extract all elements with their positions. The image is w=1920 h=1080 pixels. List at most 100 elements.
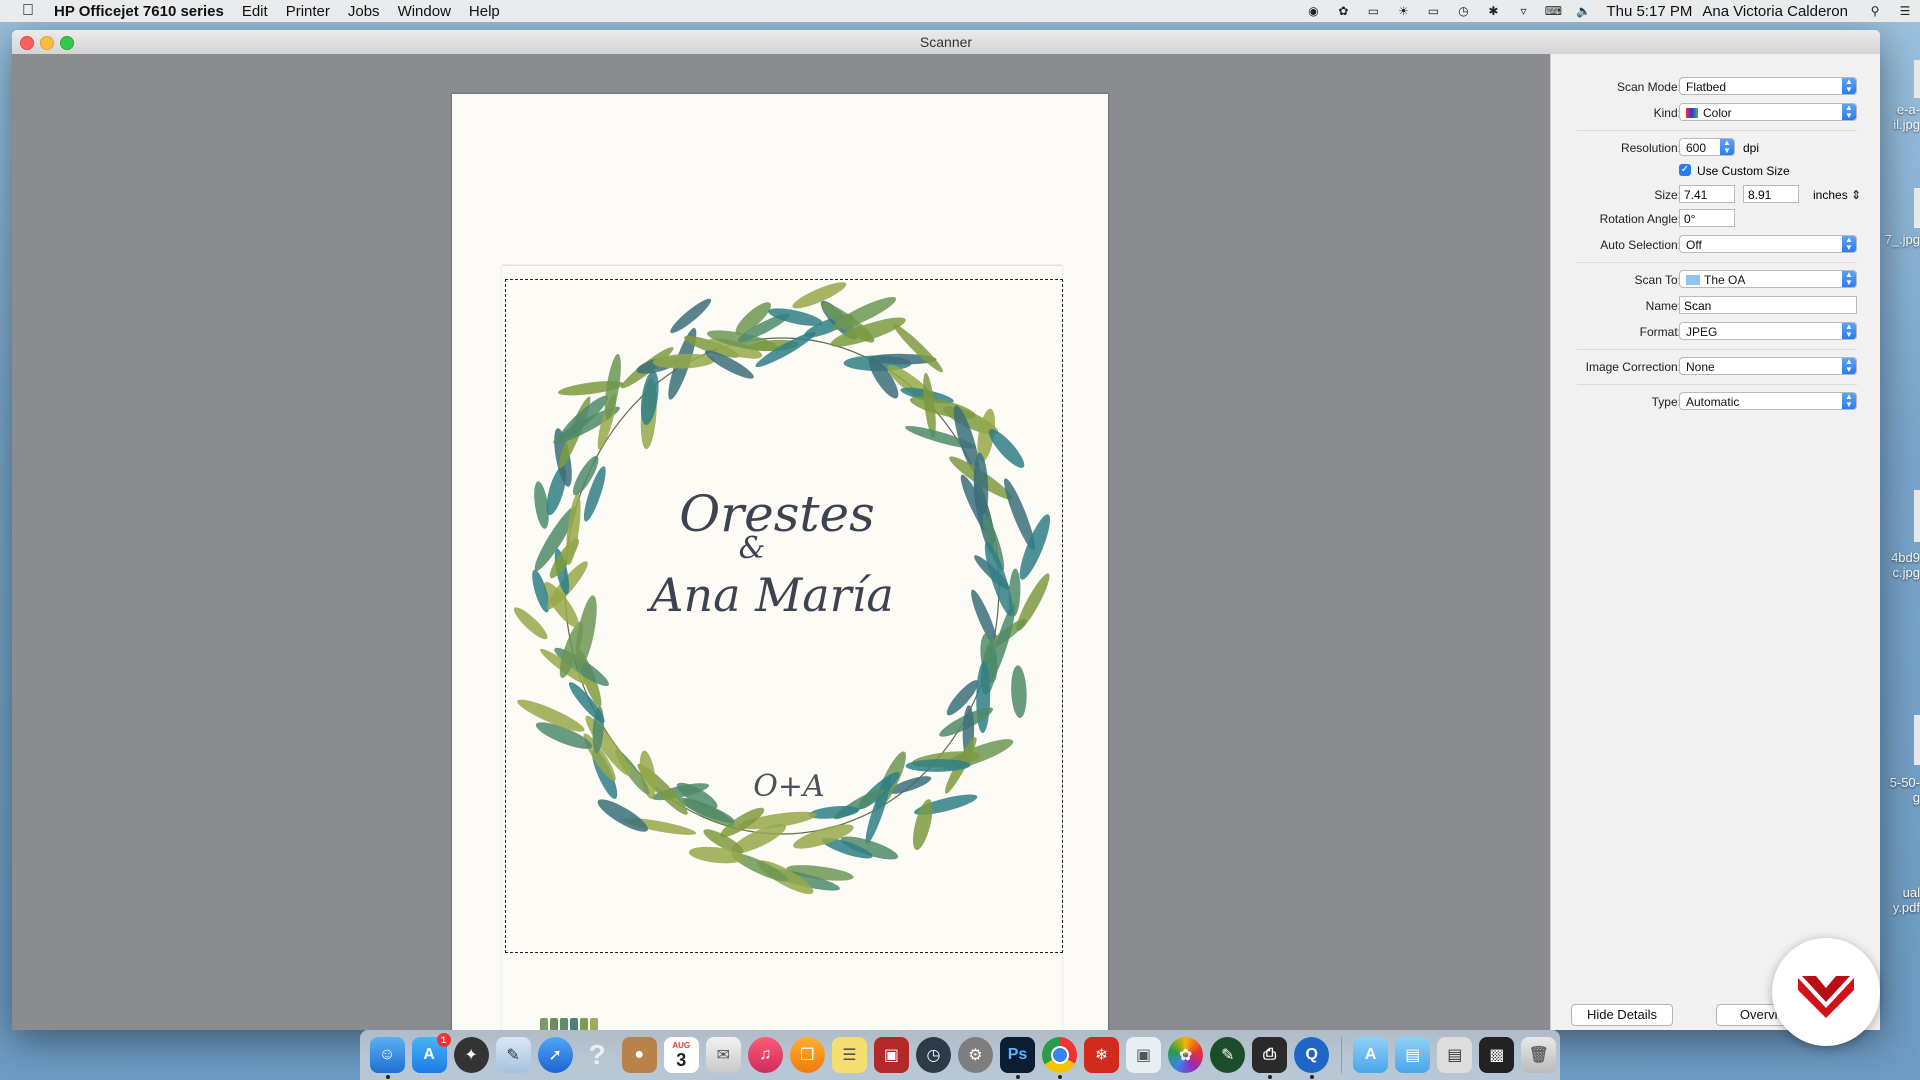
- resolution-label: Resolution:: [1620, 141, 1681, 155]
- popup-arrows-icon: ▲ ▼: [1842, 104, 1856, 120]
- size-height-field[interactable]: 8.91: [1743, 185, 1799, 203]
- scan-to-popup[interactable]: The OA ▲ ▼: [1679, 270, 1857, 288]
- kind-popup[interactable]: Color ▲ ▼: [1679, 103, 1857, 121]
- name-field[interactable]: Scan: [1679, 296, 1857, 314]
- type-label: Type:: [1651, 395, 1681, 409]
- apple-menu-icon[interactable]: : [14, 2, 42, 20]
- title-bar: Scanner: [12, 30, 1880, 55]
- launchpad-icon[interactable]: ✦: [453, 1037, 489, 1073]
- brand-logo: [1772, 938, 1880, 1046]
- desktop-file-thumbnail[interactable]: [1914, 490, 1920, 542]
- menu-printer[interactable]: Printer: [277, 3, 339, 20]
- printer-icon[interactable]: ⎙: [1252, 1037, 1288, 1079]
- desktop-file-thumbnail[interactable]: [1914, 60, 1920, 98]
- hide-details-button[interactable]: Hide Details: [1571, 1004, 1673, 1026]
- volume-icon[interactable]: 🔈: [1574, 4, 1592, 18]
- notes-icon[interactable]: ☰: [831, 1037, 867, 1073]
- calendar-day: 3: [676, 1050, 687, 1070]
- auto-selection-label: Auto Selection:: [1600, 238, 1681, 252]
- desktop-file-thumbnail[interactable]: [1914, 188, 1920, 228]
- spotlight-search-icon[interactable]: ⚲: [1866, 4, 1884, 18]
- kind-label: Kind:: [1653, 106, 1681, 120]
- menu-window[interactable]: Window: [389, 3, 460, 20]
- document-stack-icon[interactable]: ▤: [1437, 1037, 1473, 1073]
- trash-icon[interactable]: 🗑: [1521, 1037, 1557, 1073]
- resolution-unit: dpi: [1743, 141, 1760, 155]
- system-preferences-icon[interactable]: ⚙: [957, 1037, 993, 1073]
- scan-preview-area[interactable]: Orestes & Ana María O+A: [12, 54, 1550, 1030]
- format-popup[interactable]: JPEG ▲ ▼: [1679, 322, 1857, 340]
- app-menu[interactable]: HP Officejet 7610 series: [42, 3, 233, 20]
- popup-arrows-icon: ▲ ▼: [1720, 139, 1734, 155]
- auto-selection-popup[interactable]: Off ▲ ▼: [1679, 235, 1857, 253]
- acrobat-icon[interactable]: ❄: [1084, 1037, 1120, 1073]
- menu-clock[interactable]: Thu 5:17 PM: [1606, 3, 1692, 20]
- help-icon[interactable]: ?: [580, 1037, 615, 1073]
- image-correction-label: Image Correction:: [1585, 360, 1681, 374]
- menu-edit[interactable]: Edit: [233, 3, 277, 20]
- app-store-icon[interactable]: A1: [411, 1033, 451, 1073]
- preview-icon[interactable]: ✎: [495, 1037, 531, 1073]
- popup-arrows-icon: ▲ ▼: [1842, 393, 1856, 409]
- quicktime-icon[interactable]: Q: [1294, 1037, 1330, 1079]
- custom-size-checkbox[interactable]: ✓: [1679, 164, 1691, 176]
- desktop-file[interactable]: ual y.pdf: [1884, 885, 1920, 915]
- popup-arrows-icon: ▲ ▼: [1842, 236, 1856, 252]
- separator: [1577, 384, 1857, 385]
- menu-help[interactable]: Help: [460, 3, 509, 20]
- image-capture-icon[interactable]: ▣: [1126, 1037, 1162, 1073]
- image-correction-popup[interactable]: None ▲ ▼: [1679, 357, 1857, 375]
- popup-arrows-icon: ▲ ▼: [1842, 323, 1856, 339]
- menu-jobs[interactable]: Jobs: [339, 3, 389, 20]
- user-menu[interactable]: Ana Victoria Calderon: [1702, 3, 1848, 20]
- sync-icon[interactable]: ☀: [1394, 4, 1412, 18]
- type-value: Automatic: [1686, 395, 1740, 409]
- notification-center-icon[interactable]: ☰: [1896, 4, 1914, 18]
- wifi-icon[interactable]: ▿: [1514, 4, 1532, 18]
- applications-folder-icon[interactable]: A: [1353, 1037, 1389, 1073]
- safari-icon[interactable]: ➚: [537, 1037, 573, 1073]
- chrome-icon[interactable]: [1042, 1037, 1078, 1079]
- popup-arrows-icon: ▲ ▼: [1842, 271, 1856, 287]
- rotation-field[interactable]: 0°: [1679, 209, 1735, 227]
- scan-to-value: The OA: [1704, 273, 1746, 287]
- desktop-file[interactable]: 5-50- g: [1884, 775, 1920, 805]
- rotation-label: Rotation Angle:: [1599, 212, 1681, 226]
- size-width-field[interactable]: 7.41: [1679, 185, 1735, 203]
- photo-booth-icon[interactable]: ▣: [873, 1037, 909, 1073]
- desktop-file[interactable]: 4bd9 c.jpg: [1884, 550, 1920, 580]
- documents-folder-icon[interactable]: ▤: [1395, 1037, 1431, 1073]
- desktop-file-thumbnail[interactable]: [1914, 715, 1920, 765]
- notification-icon[interactable]: ▭: [1364, 4, 1382, 18]
- scan-mode-label: Scan Mode:: [1616, 80, 1681, 94]
- size-unit-popup[interactable]: inches ⇕: [1813, 188, 1861, 202]
- ibooks-icon[interactable]: ❒: [789, 1037, 825, 1073]
- screenshot-stack-icon[interactable]: ▩: [1479, 1037, 1515, 1073]
- calendar-icon[interactable]: AUG 3: [663, 1037, 699, 1073]
- desktop-file[interactable]: e-a-il.jpg: [1884, 102, 1920, 132]
- creative-cloud-icon[interactable]: ✿: [1334, 4, 1352, 18]
- keyboard-icon[interactable]: ⌨: [1544, 4, 1562, 18]
- mail-icon[interactable]: ✉: [705, 1037, 741, 1073]
- desktop-file[interactable]: 7_.jpg: [1884, 232, 1920, 247]
- record-icon[interactable]: ◉: [1304, 4, 1322, 18]
- finder-icon[interactable]: ☺: [369, 1037, 405, 1079]
- time-machine-icon[interactable]: ◷: [1454, 4, 1472, 18]
- bluetooth-icon[interactable]: ✱: [1484, 4, 1502, 18]
- contacts-icon[interactable]: ●: [621, 1037, 657, 1073]
- scan-mode-popup[interactable]: Flatbed ▲ ▼: [1679, 77, 1857, 95]
- photos-icon[interactable]: ✿: [1168, 1037, 1204, 1073]
- menu-bar:  HP Officejet 7610 series Edit Printer …: [0, 0, 1920, 22]
- airplay-icon[interactable]: ▭: [1424, 4, 1442, 18]
- paintbrush-icon[interactable]: ✎: [1210, 1037, 1246, 1073]
- resolution-popup[interactable]: 600 ▲ ▼: [1679, 138, 1735, 156]
- scan-to-label: Scan To:: [1634, 273, 1681, 287]
- scan-selection-rectangle[interactable]: [505, 279, 1063, 953]
- type-popup[interactable]: Automatic ▲ ▼: [1679, 392, 1857, 410]
- custom-size-label: Use Custom Size: [1697, 164, 1790, 178]
- photoshop-icon[interactable]: Ps: [999, 1037, 1035, 1079]
- itunes-icon[interactable]: ♫: [747, 1037, 783, 1073]
- time-machine-icon[interactable]: ◷: [915, 1037, 951, 1073]
- badge: 1: [436, 1033, 451, 1047]
- color-icon: [1686, 108, 1698, 118]
